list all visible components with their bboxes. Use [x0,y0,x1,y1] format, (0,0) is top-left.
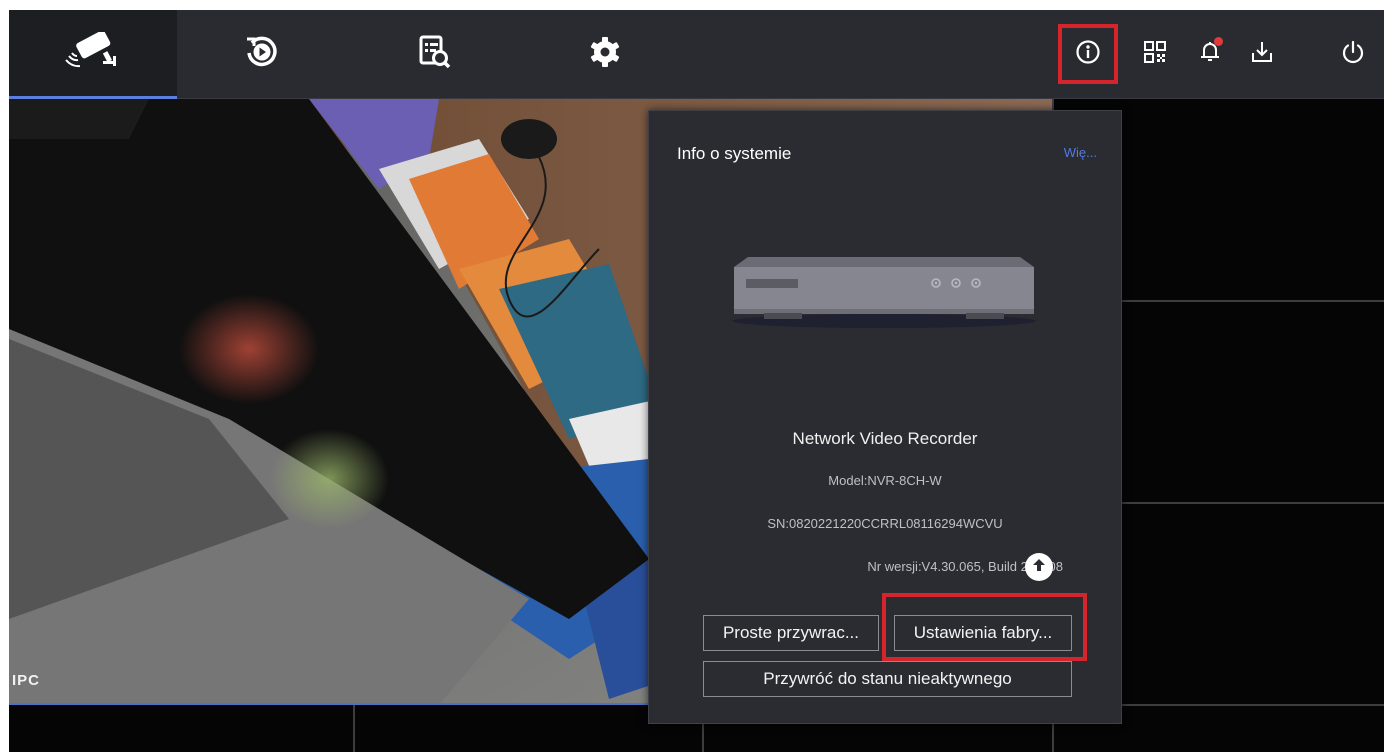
tab-search[interactable] [347,10,520,98]
gear-icon [587,34,623,75]
factory-settings-highlight [882,593,1087,661]
power-button[interactable] [1327,28,1379,80]
device-name: Network Video Recorder [792,429,978,448]
qr-code-button[interactable] [1129,28,1181,80]
upgrade-button[interactable] [1025,553,1053,581]
download-icon [1249,39,1275,70]
device-serial: SN:0820221220CCRRL08116294WCVU [767,516,1003,531]
grid-divider [353,705,355,752]
panel-title: Info o systemie [677,144,792,163]
info-button[interactable] [1058,24,1118,84]
tab-live-view[interactable] [9,10,177,99]
top-toolbar [9,10,1384,99]
device-model: Model:NVR-8CH-W [828,473,942,488]
qr-code-icon [1142,39,1168,70]
alarm-notification-dot [1214,37,1223,46]
tab-settings[interactable] [520,10,690,98]
camera-icon [65,29,121,77]
system-info-panel: Info o systemie Wię... Network Video Rec… [648,110,1122,724]
nvr-screen: IPC Info o systemie Wię... Network Video… [9,10,1384,752]
nvr-device-image [724,251,1044,346]
search-file-icon [416,34,452,75]
restore-inactive-button[interactable]: Przywróć do stanu nieaktywnego [703,661,1072,697]
tab-playback[interactable] [177,10,347,98]
playback-icon [244,34,280,75]
alarm-button[interactable] [1184,28,1236,80]
simple-restore-button[interactable]: Proste przywrac... [703,615,879,651]
channel-label: IPC [12,672,41,689]
power-icon [1340,39,1366,70]
info-icon [1075,39,1101,70]
arrow-up-icon [1031,557,1047,578]
export-button[interactable] [1236,28,1288,80]
more-link[interactable]: Wię... [1064,145,1097,160]
